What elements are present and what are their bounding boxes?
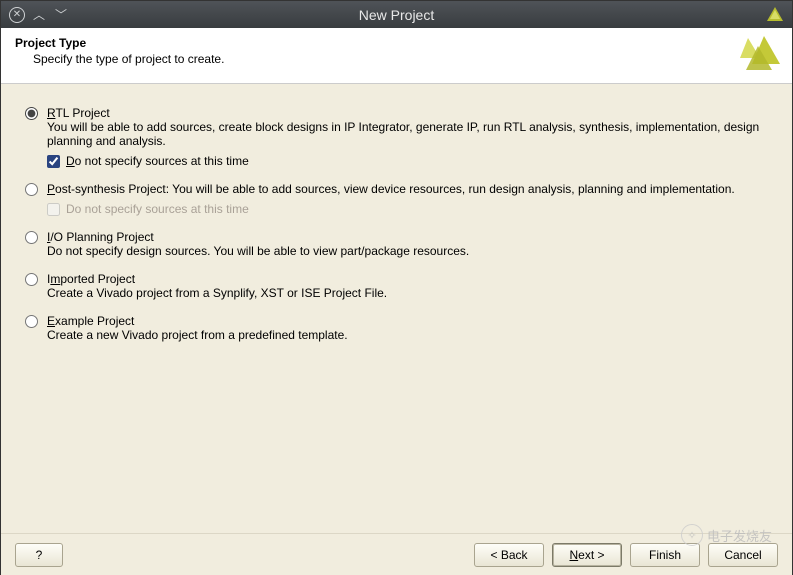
radio-rtl-project[interactable] [25, 107, 38, 120]
next-button[interactable]: Next > [552, 543, 622, 567]
radio-imported-project[interactable] [25, 273, 38, 286]
option-imported-project[interactable]: Imported Project Create a Vivado project… [25, 272, 774, 300]
option-example-title: Example Project [47, 314, 774, 328]
titlebar: ✕ ︿ ﹀ New Project [1, 1, 792, 28]
wizard-footer: ? < Back Next > Finish Cancel [1, 533, 792, 575]
page-subtitle: Specify the type of project to create. [15, 50, 778, 66]
chevron-down-icon[interactable]: ﹀ [53, 7, 69, 23]
chevron-up-icon[interactable]: ︿ [31, 7, 47, 23]
option-rtl-title: RTL Project [47, 106, 774, 120]
checkbox-rtl-no-sources[interactable] [47, 155, 60, 168]
option-rtl-project[interactable]: RTL Project You will be able to add sour… [25, 106, 774, 168]
checkbox-post-no-sources [47, 203, 60, 216]
option-example-project[interactable]: Example Project Create a new Vivado proj… [25, 314, 774, 342]
radio-example-project[interactable] [25, 315, 38, 328]
page-title: Project Type [15, 36, 778, 50]
option-example-desc: Create a new Vivado project from a prede… [47, 328, 774, 342]
radio-post-synthesis[interactable] [25, 183, 38, 196]
close-icon[interactable]: ✕ [9, 7, 25, 23]
checkbox-rtl-label: Do not specify sources at this time [66, 154, 249, 168]
option-imported-title: Imported Project [47, 272, 774, 286]
window-controls: ✕ ︿ ﹀ [1, 7, 69, 23]
rtl-do-not-specify-sources[interactable]: Do not specify sources at this time [47, 154, 774, 168]
post-do-not-specify-sources: Do not specify sources at this time [47, 202, 774, 216]
window-title: New Project [1, 7, 792, 23]
option-post-title: Post-synthesis Project: You will be able… [47, 182, 774, 196]
vivado-logo-icon [738, 34, 782, 81]
app-logo-icon [766, 6, 784, 27]
checkbox-post-label: Do not specify sources at this time [66, 202, 249, 216]
finish-button[interactable]: Finish [630, 543, 700, 567]
option-imported-desc: Create a Vivado project from a Synplify,… [47, 286, 774, 300]
back-button[interactable]: < Back [474, 543, 544, 567]
radio-io-planning[interactable] [25, 231, 38, 244]
cancel-button[interactable]: Cancel [708, 543, 778, 567]
option-ioplan-desc: Do not specify design sources. You will … [47, 244, 774, 258]
option-ioplan-title: I/O Planning Project [47, 230, 774, 244]
project-type-options: RTL Project You will be able to add sour… [1, 84, 792, 533]
wizard-header: Project Type Specify the type of project… [1, 28, 792, 84]
option-rtl-desc: You will be able to add sources, create … [47, 120, 774, 148]
option-io-planning[interactable]: I/O Planning Project Do not specify desi… [25, 230, 774, 258]
help-button[interactable]: ? [15, 543, 63, 567]
option-post-synthesis[interactable]: Post-synthesis Project: You will be able… [25, 182, 774, 216]
